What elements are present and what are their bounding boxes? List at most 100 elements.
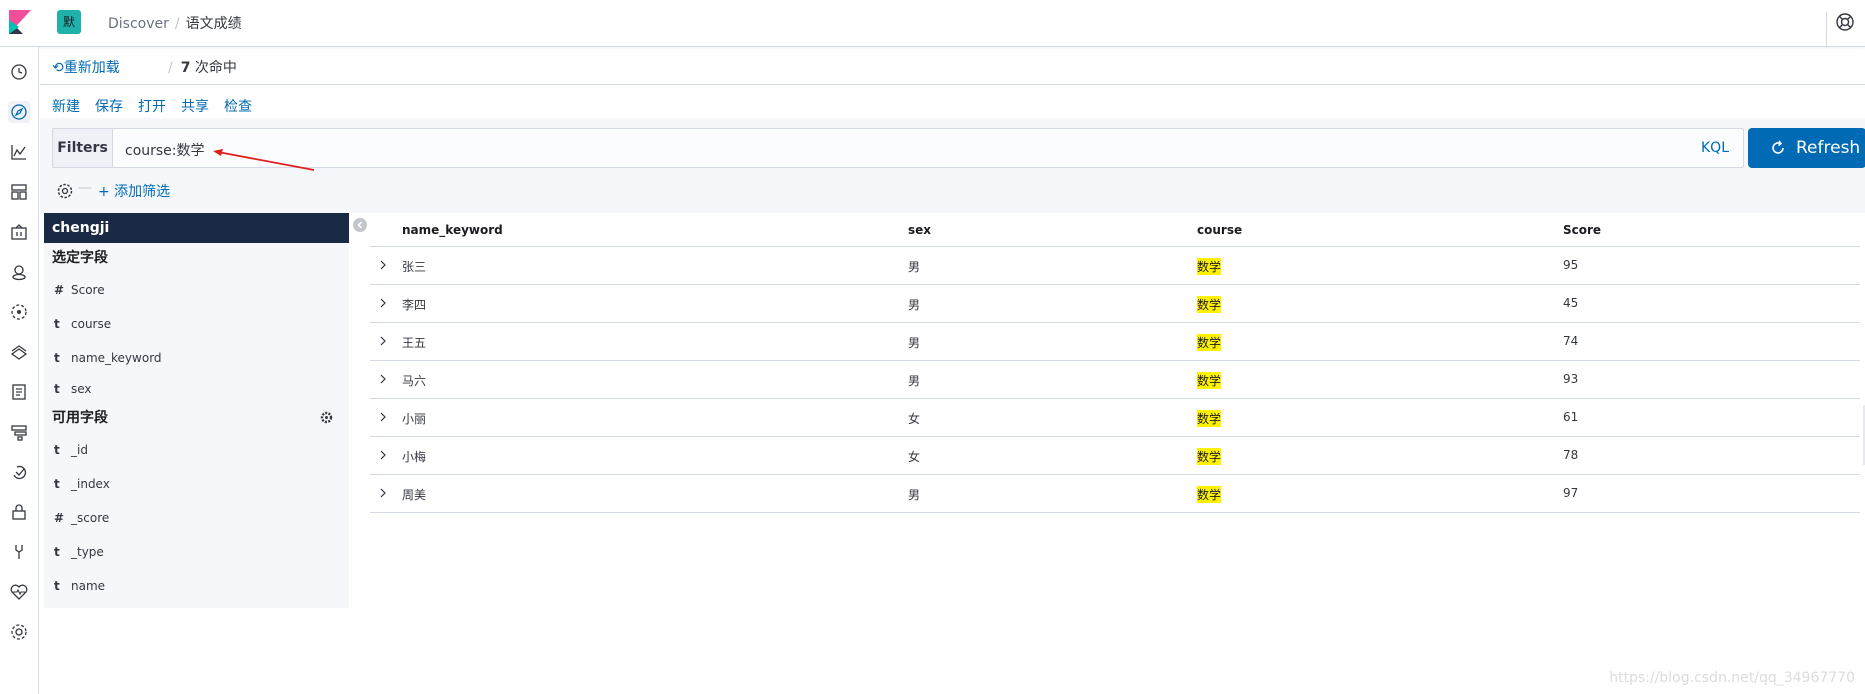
field-item[interactable]: t _type <box>44 535 349 569</box>
chevron-right-icon[interactable] <box>378 411 388 423</box>
cell-name: 张三 <box>402 260 427 274</box>
reload-icon: ⟲ <box>52 60 64 76</box>
siem-icon[interactable] <box>8 501 30 523</box>
canvas-icon[interactable] <box>8 221 30 243</box>
cell-score: 74 <box>1563 334 1579 348</box>
field-sidebar: chengji 选定字段 # Score t course t name_keywor… <box>44 213 349 608</box>
query-text[interactable]: course:数学 <box>125 140 205 160</box>
chart-icon[interactable] <box>8 141 30 163</box>
collapse-sidebar-icon[interactable] <box>353 218 367 232</box>
cell-score: 93 <box>1563 372 1579 386</box>
field-type-icon: t <box>54 351 60 365</box>
space-avatar[interactable]: 默 <box>57 10 81 34</box>
discover-subheader: ⟲重新加载 / 7 次命中 <box>40 48 1865 85</box>
chevron-right-icon[interactable] <box>378 259 388 271</box>
column-header[interactable]: name_keyword <box>402 223 503 237</box>
uptime-icon[interactable] <box>8 461 30 483</box>
dashboard-icon[interactable] <box>8 181 30 203</box>
field-item[interactable]: t sex <box>44 375 349 403</box>
refresh-button[interactable]: Refresh <box>1748 128 1865 168</box>
cell-course: 数学 <box>1197 334 1222 351</box>
compass-icon[interactable] <box>8 101 30 123</box>
field-type-icon: t <box>54 443 60 457</box>
menu-open[interactable]: 打开 <box>138 99 166 115</box>
chevron-right-icon[interactable] <box>378 335 388 347</box>
cell-name: 马六 <box>402 374 427 388</box>
field-type-icon: t <box>54 579 60 593</box>
infra-icon[interactable] <box>8 341 30 363</box>
chevron-right-icon[interactable] <box>378 373 388 385</box>
cell-sex: 男 <box>908 488 921 502</box>
field-item[interactable]: # _score <box>44 501 349 535</box>
reload-label: 重新加载 <box>63 60 120 76</box>
field-type-icon: t <box>54 317 60 331</box>
column-header[interactable]: Score <box>1563 223 1601 237</box>
field-type-icon: t <box>54 545 60 559</box>
field-type-icon: t <box>54 382 60 396</box>
cell-score: 61 <box>1563 410 1579 424</box>
devtools-icon[interactable] <box>8 541 30 563</box>
breadcrumb-separator: / <box>174 16 180 32</box>
field-item[interactable]: t course <box>44 307 349 341</box>
field-type-icon: # <box>54 511 65 525</box>
hits-counter: / 7 次命中 <box>168 57 237 77</box>
cell-sex: 男 <box>908 336 921 350</box>
help-icon[interactable] <box>1835 12 1855 32</box>
field-name: _index <box>71 477 110 491</box>
kql-toggle[interactable]: KQL <box>1701 140 1729 156</box>
field-name: _type <box>71 545 104 559</box>
header-divider <box>1826 12 1827 48</box>
field-item[interactable]: t _id <box>44 433 349 467</box>
cell-sex: 男 <box>908 260 921 274</box>
cell-sex: 女 <box>908 412 921 426</box>
chevron-right-icon[interactable] <box>378 297 388 309</box>
ml-icon[interactable] <box>8 301 30 323</box>
table-row: 小丽 女 数学 61 <box>370 399 1860 437</box>
menu-save[interactable]: 保存 <box>95 99 123 115</box>
menu-share[interactable]: 共享 <box>181 99 209 115</box>
gear-icon[interactable] <box>56 182 74 200</box>
breadcrumb-discover[interactable]: Discover <box>108 16 169 32</box>
field-item[interactable]: # Score <box>44 273 349 307</box>
add-filter-button[interactable]: + 添加筛选 <box>98 181 170 201</box>
top-nav-menu: 新建 保存 打开 共享 检查 <box>52 96 267 116</box>
table-row: 马六 男 数学 93 <box>370 361 1860 399</box>
cell-name: 李四 <box>402 298 427 312</box>
breadcrumb-current: 语文成绩 <box>185 16 242 32</box>
column-header[interactable]: course <box>1197 223 1242 237</box>
menu-new[interactable]: 新建 <box>52 99 80 115</box>
clock-icon[interactable] <box>8 61 30 83</box>
available-fields-label: 可用字段 <box>52 410 108 426</box>
menu-inspect[interactable]: 检查 <box>224 99 252 115</box>
chevron-right-icon[interactable] <box>378 449 388 461</box>
cell-score: 95 <box>1563 258 1579 272</box>
reload-link[interactable]: ⟲重新加载 <box>52 57 120 77</box>
cell-sex: 男 <box>908 374 921 388</box>
apm-icon[interactable] <box>8 421 30 443</box>
cell-sex: 女 <box>908 450 921 464</box>
gear-icon[interactable] <box>320 411 333 424</box>
management-icon[interactable] <box>8 621 30 643</box>
cell-course: 数学 <box>1197 410 1222 427</box>
table-row: 王五 男 数学 74 <box>370 323 1860 361</box>
field-name: _id <box>71 443 88 457</box>
cell-name: 周美 <box>402 488 427 502</box>
documents-table: name_keyword sex course Score 张三 男 数学 95… <box>370 213 1860 513</box>
filter-divider: — <box>78 180 92 196</box>
field-item[interactable]: t name_keyword <box>44 341 349 375</box>
logs-icon[interactable] <box>8 381 30 403</box>
cell-name: 王五 <box>402 336 427 350</box>
index-pattern-title[interactable]: chengji <box>44 213 349 243</box>
side-nav <box>0 47 39 694</box>
chevron-right-icon[interactable] <box>378 487 388 499</box>
cell-course: 数学 <box>1197 486 1222 503</box>
field-item[interactable]: t _index <box>44 467 349 501</box>
monitoring-icon[interactable] <box>8 581 30 603</box>
field-name: name_keyword <box>71 351 162 365</box>
field-item[interactable]: t name <box>44 569 349 603</box>
kibana-logo-icon[interactable] <box>9 10 31 34</box>
table-row: 张三 男 数学 95 <box>370 247 1860 285</box>
table-row: 周美 男 数学 97 <box>370 475 1860 513</box>
column-header[interactable]: sex <box>908 223 931 237</box>
maps-icon[interactable] <box>8 261 30 283</box>
